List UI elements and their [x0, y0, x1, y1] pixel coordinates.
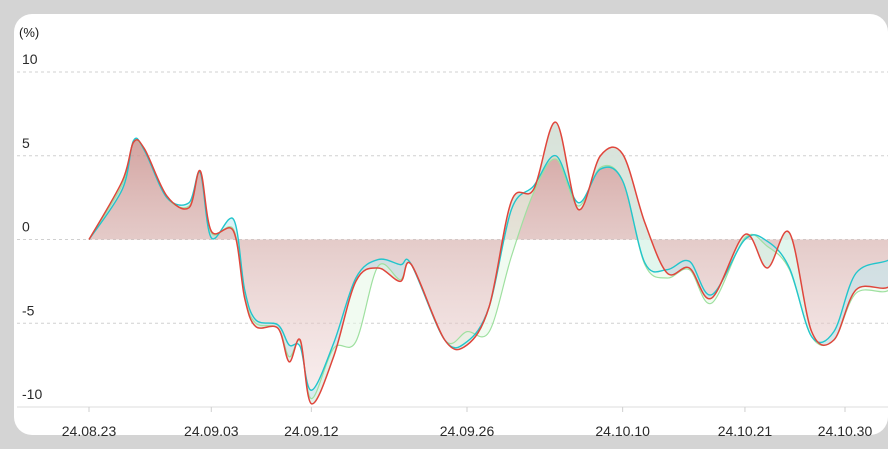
- y-tick-label: -5: [22, 302, 35, 318]
- y-unit-label: (%): [19, 25, 39, 40]
- y-tick-label: -10: [22, 386, 42, 402]
- x-tick-label: 24.10.10: [595, 423, 650, 439]
- x-tick-label: 24.08.23: [62, 423, 117, 439]
- x-tick-label: 24.09.12: [284, 423, 339, 439]
- x-tick-label: 24.10.21: [718, 423, 773, 439]
- x-tick-label: 24.10.30: [818, 423, 873, 439]
- y-tick-label: 0: [22, 219, 30, 235]
- y-tick-label: 5: [22, 135, 30, 151]
- x-tick-label: 24.09.03: [184, 423, 239, 439]
- y-tick-label: 10: [22, 51, 38, 67]
- line-chart: 10 5 0 -5 -10 24.08.23 24.09.03 24.09.12 24.09.2…: [17, 25, 888, 439]
- x-tick-label: 24.09.26: [440, 423, 495, 439]
